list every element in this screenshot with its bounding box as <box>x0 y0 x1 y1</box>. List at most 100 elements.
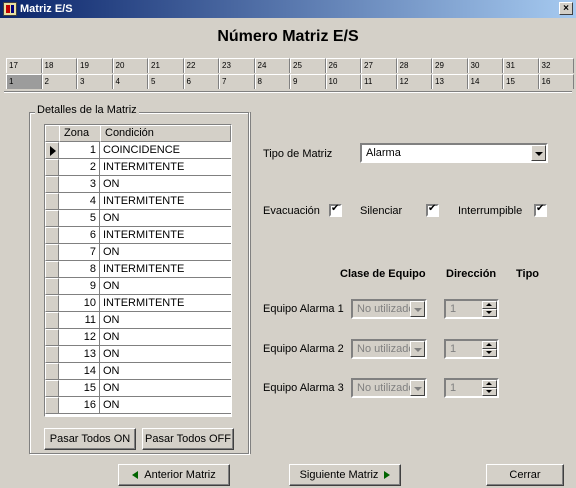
row-selector[interactable] <box>45 244 59 261</box>
condicion-cell[interactable]: ON <box>100 397 231 414</box>
table-row[interactable]: 10 INTERMITENTE <box>45 295 231 312</box>
row-selector[interactable] <box>45 363 59 380</box>
table-row[interactable]: 13 ON <box>45 346 231 363</box>
interrumpible-checkbox[interactable] <box>534 203 547 217</box>
row-selector[interactable] <box>45 397 59 414</box>
spin-down-icon[interactable] <box>482 349 497 357</box>
table-row[interactable]: 4 INTERMITENTE <box>45 193 231 210</box>
silenciar-checkbox[interactable] <box>426 203 439 217</box>
tab-30[interactable]: 30 <box>467 58 503 73</box>
condicion-cell[interactable]: ON <box>100 210 231 227</box>
condicion-cell[interactable]: ON <box>100 278 231 295</box>
tab-6[interactable]: 6 <box>183 74 219 89</box>
tab-28[interactable]: 28 <box>396 58 432 73</box>
spin-up-icon[interactable] <box>482 380 497 388</box>
spin-up-icon[interactable] <box>482 301 497 309</box>
row-selector[interactable] <box>45 261 59 278</box>
condicion-cell[interactable]: INTERMITENTE <box>100 295 231 312</box>
row-selector[interactable] <box>45 329 59 346</box>
close-icon[interactable]: × <box>559 2 573 15</box>
spin-down-icon[interactable] <box>482 388 497 396</box>
row-selector[interactable] <box>45 312 59 329</box>
condicion-cell[interactable]: INTERMITENTE <box>100 227 231 244</box>
tab-2[interactable]: 2 <box>41 74 77 89</box>
tab-26[interactable]: 26 <box>325 58 361 73</box>
tab-21[interactable]: 21 <box>148 58 184 73</box>
row-selector[interactable] <box>45 193 59 210</box>
tab-10[interactable]: 10 <box>325 74 361 89</box>
cerrar-button[interactable]: Cerrar <box>486 464 564 486</box>
row-selector[interactable] <box>45 295 59 312</box>
pasar-todos-off-button[interactable]: Pasar Todos OFF <box>142 428 234 450</box>
tab-14[interactable]: 14 <box>467 74 503 89</box>
direccion-spinner[interactable]: 1 <box>444 339 499 359</box>
spin-down-icon[interactable] <box>482 309 497 317</box>
table-row[interactable]: 6 INTERMITENTE <box>45 227 231 244</box>
tab-18[interactable]: 18 <box>41 58 77 73</box>
tab-31[interactable]: 31 <box>503 58 539 73</box>
tab-29[interactable]: 29 <box>432 58 468 73</box>
table-row[interactable]: 11 ON <box>45 312 231 329</box>
condicion-cell[interactable]: INTERMITENTE <box>100 261 231 278</box>
table-row[interactable]: 1 COINCIDENCE <box>45 142 231 159</box>
spin-up-icon[interactable] <box>482 341 497 349</box>
table-row[interactable]: 2 INTERMITENTE <box>45 159 231 176</box>
tab-8[interactable]: 8 <box>254 74 290 89</box>
tab-3[interactable]: 3 <box>77 74 113 89</box>
chevron-down-icon[interactable] <box>410 380 425 396</box>
chevron-down-icon[interactable] <box>531 145 546 161</box>
tab-19[interactable]: 19 <box>77 58 113 73</box>
row-selector[interactable] <box>45 210 59 227</box>
pasar-todos-on-button[interactable]: Pasar Todos ON <box>44 428 136 450</box>
tab-5[interactable]: 5 <box>148 74 184 89</box>
clase-equipo-select[interactable]: No utilizado <box>351 299 427 319</box>
condicion-cell[interactable]: ON <box>100 176 231 193</box>
row-selector[interactable] <box>45 159 59 176</box>
chevron-down-icon[interactable] <box>410 301 425 317</box>
tab-23[interactable]: 23 <box>219 58 255 73</box>
anterior-matriz-button[interactable]: Anterior Matriz <box>118 464 230 486</box>
direccion-spinner[interactable]: 1 <box>444 299 499 319</box>
tab-27[interactable]: 27 <box>361 58 397 73</box>
table-row[interactable]: 14 ON <box>45 363 231 380</box>
table-row[interactable]: 8 INTERMITENTE <box>45 261 231 278</box>
condicion-cell[interactable]: ON <box>100 346 231 363</box>
tab-11[interactable]: 11 <box>361 74 397 89</box>
chevron-down-icon[interactable] <box>410 341 425 357</box>
evacuacion-checkbox[interactable] <box>329 203 342 217</box>
table-row[interactable]: 9 ON <box>45 278 231 295</box>
tipo-matriz-select[interactable]: Alarma <box>360 143 548 163</box>
condicion-cell[interactable]: ON <box>100 380 231 397</box>
tab-22[interactable]: 22 <box>183 58 219 73</box>
condicion-cell[interactable]: ON <box>100 312 231 329</box>
condicion-cell[interactable]: INTERMITENTE <box>100 193 231 210</box>
table-row[interactable]: 15 ON <box>45 380 231 397</box>
table-row[interactable]: 7 ON <box>45 244 231 261</box>
row-selector[interactable] <box>45 176 59 193</box>
tab-24[interactable]: 24 <box>254 58 290 73</box>
tab-12[interactable]: 12 <box>396 74 432 89</box>
condicion-cell[interactable]: ON <box>100 363 231 380</box>
row-selector[interactable] <box>45 380 59 397</box>
tab-4[interactable]: 4 <box>112 74 148 89</box>
condicion-cell[interactable]: COINCIDENCE <box>100 142 231 159</box>
tab-20[interactable]: 20 <box>112 58 148 73</box>
tab-15[interactable]: 15 <box>503 74 539 89</box>
clase-equipo-select[interactable]: No utilizado <box>351 378 427 398</box>
direccion-spinner[interactable]: 1 <box>444 378 499 398</box>
tab-7[interactable]: 7 <box>219 74 255 89</box>
table-row[interactable]: 5 ON <box>45 210 231 227</box>
tab-13[interactable]: 13 <box>432 74 468 89</box>
tab-9[interactable]: 9 <box>290 74 326 89</box>
tab-32[interactable]: 32 <box>538 58 574 73</box>
row-selector[interactable] <box>45 278 59 295</box>
table-row[interactable]: 12 ON <box>45 329 231 346</box>
condicion-cell[interactable]: ON <box>100 329 231 346</box>
condicion-cell[interactable]: ON <box>100 244 231 261</box>
siguiente-matriz-button[interactable]: Siguiente Matriz <box>289 464 401 486</box>
tab-25[interactable]: 25 <box>290 58 326 73</box>
current-row-indicator-icon[interactable] <box>45 142 59 159</box>
tab-16[interactable]: 16 <box>538 74 574 89</box>
row-selector[interactable] <box>45 346 59 363</box>
clase-equipo-select[interactable]: No utilizado <box>351 339 427 359</box>
